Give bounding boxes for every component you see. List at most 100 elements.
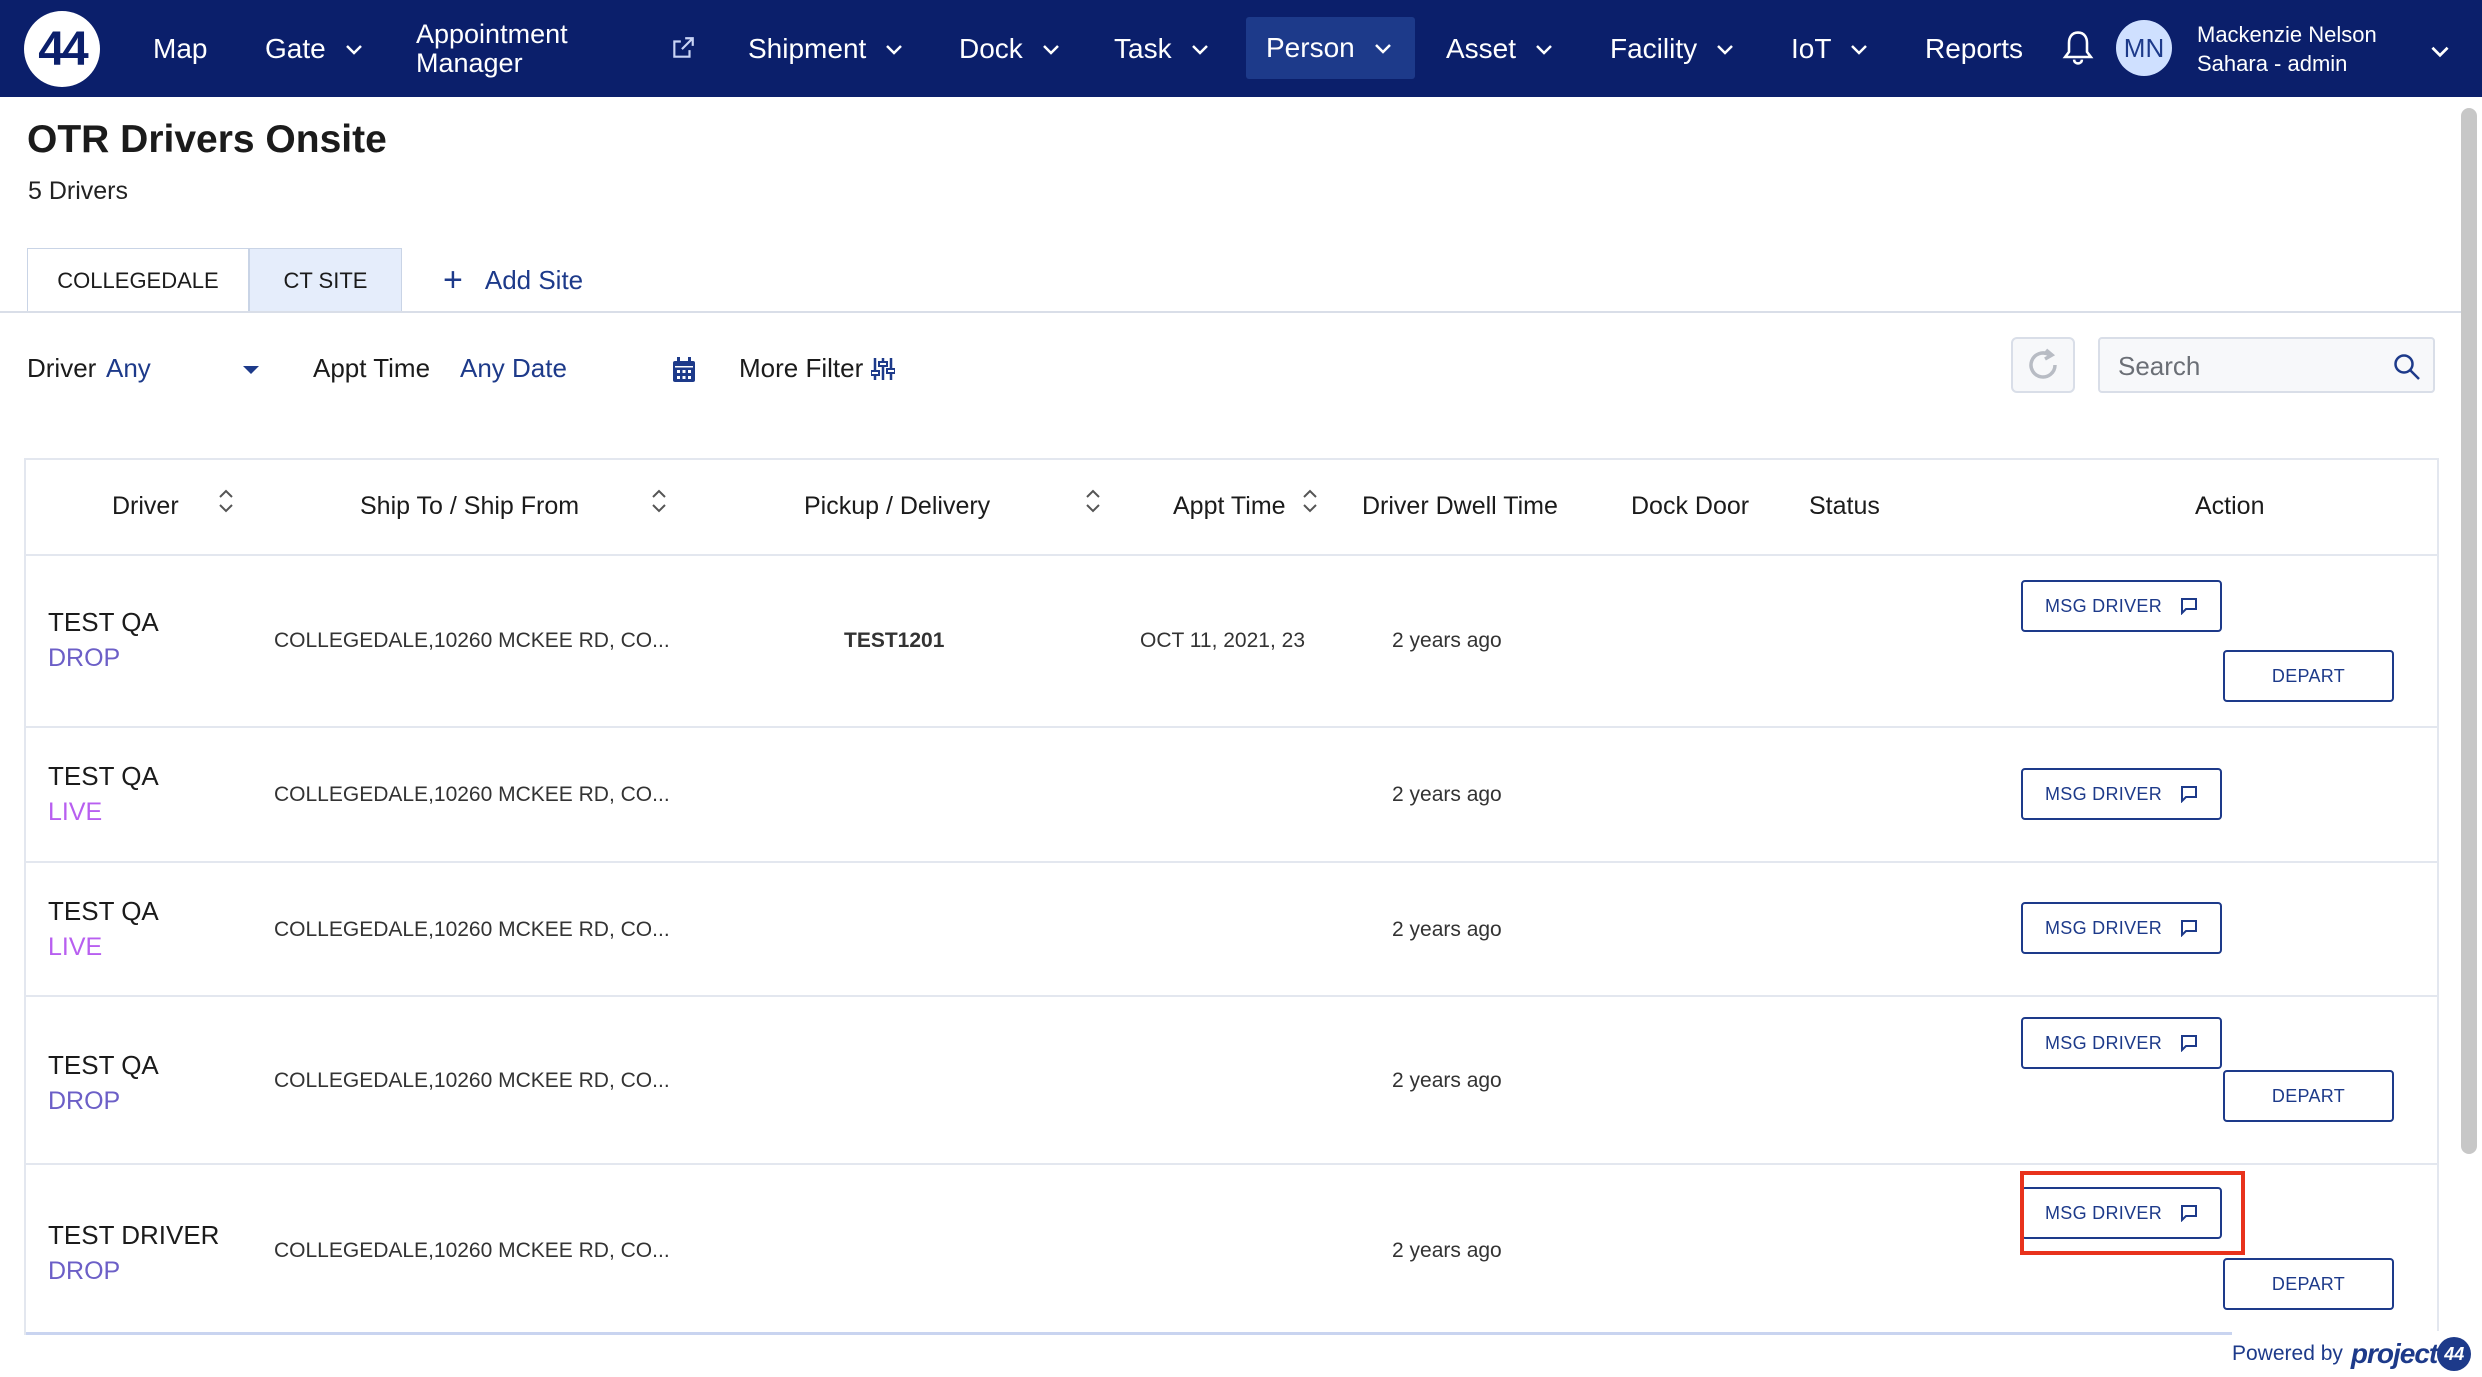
driver-name: TEST QA (48, 761, 159, 791)
search-icon[interactable] (2393, 353, 2421, 381)
driver-type: DROP (48, 1087, 121, 1115)
sort-icon[interactable] (649, 486, 669, 516)
more-filter-button[interactable]: More Filter (739, 353, 896, 384)
msg-driver-button[interactable]: MSG DRIVER (2021, 768, 2222, 820)
tab-collegedale[interactable]: COLLEGEDALE (27, 248, 249, 312)
powered-by: Powered by project 44 (2232, 1331, 2472, 1377)
brand-badge: 44 (2437, 1337, 2472, 1371)
driver-name: TEST DRIVER (48, 1220, 220, 1250)
powered-by-label: Powered by (2232, 1342, 2343, 1365)
driver-type: DROP (48, 644, 121, 672)
nav-person-label: Person (1266, 32, 1355, 63)
driver-count: 5 Drivers (28, 177, 129, 205)
chevron-down-icon (345, 44, 362, 55)
message-icon (2181, 598, 2197, 615)
nav-asset[interactable]: Asset (1446, 0, 1556, 97)
page-title: OTR Drivers Onsite (27, 118, 387, 161)
nav-appointment-label-line2: Manager (416, 47, 523, 78)
user-menu[interactable]: Mackenzie Nelson Sahara - admin (2197, 20, 2377, 78)
highlight-box (2020, 1171, 2245, 1255)
nav-iot[interactable]: IoT (1791, 0, 1871, 97)
user-name: Mackenzie Nelson (2197, 22, 2377, 47)
driver-type: DROP (48, 1257, 121, 1285)
driver-filter-label: Driver (27, 353, 97, 383)
search-box (2098, 337, 2435, 393)
nav-facility-label: Facility (1610, 32, 1698, 64)
nav-gate[interactable]: Gate (265, 0, 366, 97)
header-driver[interactable]: Driver (112, 492, 179, 521)
scrollbar[interactable] (2461, 108, 2477, 1154)
caret-down-icon[interactable] (243, 366, 259, 374)
msg-driver-button[interactable]: MSG DRIVER (2021, 580, 2222, 632)
external-link-icon[interactable] (670, 35, 696, 61)
header-appt-time[interactable]: Appt Time (1173, 492, 1286, 521)
nav-reports[interactable]: Reports (1925, 0, 2023, 97)
header-action: Action (2195, 492, 2265, 520)
nav-map[interactable]: Map (153, 0, 207, 97)
logo[interactable]: 44 (24, 11, 100, 87)
msg-driver-button[interactable]: MSG DRIVER (2021, 902, 2222, 954)
avatar[interactable]: MN (2116, 20, 2172, 76)
nav-person[interactable]: Person (1246, 17, 1415, 79)
appt-time-filter-value[interactable]: Any Date (460, 353, 567, 384)
user-role: Sahara - admin (2197, 51, 2348, 76)
table-row[interactable]: TEST QA DROP COLLEGEDALE,10260 MCKEE RD,… (26, 556, 2437, 728)
header-pickup-delivery[interactable]: Pickup / Delivery (804, 492, 990, 521)
dwell-time-cell: 2 years ago (1392, 918, 1502, 941)
chevron-down-icon (886, 44, 903, 55)
chevron-down-icon (1042, 44, 1059, 55)
msg-driver-button[interactable]: MSG DRIVER (2021, 1017, 2222, 1069)
table-row[interactable]: TEST QA LIVE COLLEGEDALE,10260 MCKEE RD,… (26, 728, 2437, 863)
chevron-down-icon (1717, 44, 1734, 55)
sort-icon[interactable] (1300, 486, 1320, 516)
refresh-icon (2029, 348, 2057, 379)
tab-ct-site[interactable]: CT SITE (249, 248, 402, 312)
chevron-down-icon[interactable] (2427, 38, 2453, 64)
driver-filter-select[interactable]: Any (106, 353, 151, 384)
nav-task[interactable]: Task (1114, 0, 1212, 97)
calendar-icon[interactable] (672, 357, 696, 383)
plus-icon: + (443, 260, 463, 299)
nav-map-label: Map (153, 32, 208, 64)
depart-button[interactable]: DEPART (2223, 1070, 2394, 1122)
nav-gate-label: Gate (265, 32, 326, 64)
brand-name: project (2350, 1338, 2438, 1369)
refresh-button[interactable] (2011, 337, 2075, 393)
depart-button[interactable]: DEPART (2223, 650, 2394, 702)
search-input[interactable] (2118, 351, 2378, 382)
message-icon (2181, 920, 2197, 937)
sort-icon[interactable] (216, 486, 236, 516)
message-icon (2181, 1035, 2197, 1052)
nav-iot-label: IoT (1791, 32, 1832, 64)
ship-to-from-cell: COLLEGEDALE,10260 MCKEE RD, CO... (274, 1069, 670, 1092)
nav-asset-label: Asset (1446, 32, 1517, 64)
add-site-label: Add Site (484, 264, 584, 295)
tab-divider (0, 311, 2465, 313)
dwell-time-cell: 2 years ago (1392, 1069, 1502, 1092)
chevron-down-icon (1191, 44, 1208, 55)
driver-type: LIVE (48, 933, 103, 961)
message-icon (2181, 786, 2197, 803)
bell-icon[interactable] (2062, 30, 2094, 66)
chevron-down-icon (1536, 44, 1552, 55)
more-filter-label: More Filter (739, 353, 864, 383)
pickup-delivery-cell: TEST1201 (844, 629, 945, 652)
msg-driver-label: MSG DRIVER (2044, 783, 2162, 804)
nav-dock-label: Dock (959, 32, 1023, 64)
table-row[interactable]: TEST QA LIVE COLLEGEDALE,10260 MCKEE RD,… (26, 863, 2437, 997)
ship-to-from-cell: COLLEGEDALE,10260 MCKEE RD, CO... (274, 1239, 670, 1262)
nav-shipment-label: Shipment (748, 32, 867, 64)
nav-dock[interactable]: Dock (959, 0, 1063, 97)
nav-appointment-manager[interactable]: Appointment Manager (416, 0, 568, 97)
table-row[interactable]: TEST QA DROP COLLEGEDALE,10260 MCKEE RD,… (26, 997, 2437, 1165)
msg-driver-label: MSG DRIVER (2044, 595, 2162, 616)
dwell-time-cell: 2 years ago (1392, 629, 1502, 652)
depart-button[interactable]: DEPART (2223, 1258, 2394, 1310)
nav-shipment[interactable]: Shipment (748, 0, 906, 97)
nav-facility[interactable]: Facility (1610, 0, 1737, 97)
driver-name: TEST QA (48, 1050, 159, 1080)
add-site-button[interactable]: + Add Site (443, 260, 583, 300)
sort-icon[interactable] (1083, 486, 1103, 516)
header-ship-to-from[interactable]: Ship To / Ship From (360, 492, 579, 521)
driver-name: TEST QA (48, 607, 159, 637)
